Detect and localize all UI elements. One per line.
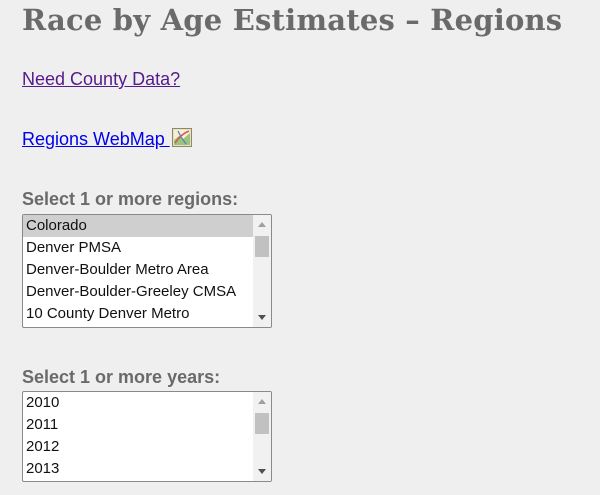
regions-label: Select 1 or more regions: bbox=[22, 189, 239, 209]
map-icon[interactable] bbox=[171, 128, 192, 147]
years-label: Select 1 or more years: bbox=[22, 367, 221, 387]
scroll-up-arrow-icon[interactable] bbox=[258, 222, 266, 227]
year-option[interactable]: 2012 bbox=[23, 436, 253, 458]
year-option[interactable]: 2011 bbox=[23, 414, 253, 436]
region-option[interactable]: Denver-Boulder Metro Area bbox=[23, 259, 253, 281]
scroll-down-arrow-icon[interactable] bbox=[258, 469, 266, 474]
years-scrollbar[interactable] bbox=[253, 392, 271, 481]
regions-webmap-link[interactable]: Regions WebMap bbox=[22, 128, 192, 150]
region-option[interactable]: Denver PMSA bbox=[23, 237, 253, 259]
year-option[interactable]: 2013 bbox=[23, 458, 253, 480]
regions-listbox[interactable]: Colorado Denver PMSA Denver-Boulder Metr… bbox=[22, 214, 272, 328]
years-options: 2010 2011 2012 2013 bbox=[23, 392, 253, 481]
region-option[interactable]: Denver-Boulder-Greeley CMSA bbox=[23, 281, 253, 303]
page: Race by Age Estimates – Regions Need Cou… bbox=[0, 0, 600, 495]
regions-scrollbar[interactable] bbox=[253, 215, 271, 327]
scroll-up-arrow-icon[interactable] bbox=[258, 399, 266, 404]
scroll-thumb[interactable] bbox=[255, 413, 269, 434]
region-option[interactable]: 10 County Denver Metro bbox=[23, 303, 253, 325]
region-option[interactable]: Colorado bbox=[23, 215, 253, 237]
county-data-link[interactable]: Need County Data? bbox=[22, 68, 180, 90]
regions-options: Colorado Denver PMSA Denver-Boulder Metr… bbox=[23, 215, 253, 327]
years-listbox[interactable]: 2010 2011 2012 2013 bbox=[22, 391, 272, 482]
scroll-down-arrow-icon[interactable] bbox=[258, 315, 266, 320]
page-title: Race by Age Estimates – Regions bbox=[22, 3, 563, 37]
scroll-thumb[interactable] bbox=[255, 236, 269, 257]
regions-webmap-link-label: Regions WebMap bbox=[22, 129, 170, 149]
year-option[interactable]: 2010 bbox=[23, 392, 253, 414]
